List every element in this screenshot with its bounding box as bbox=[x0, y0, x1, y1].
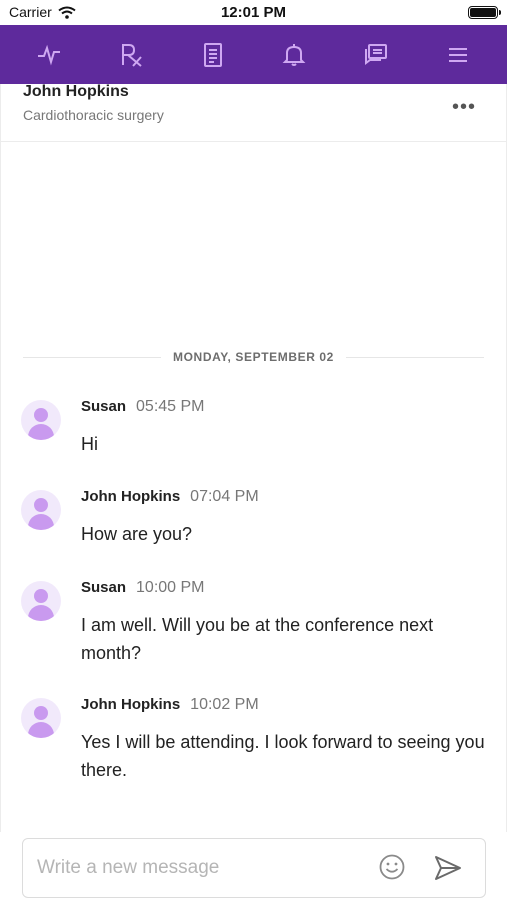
menu-icon[interactable] bbox=[437, 34, 479, 76]
bell-icon[interactable] bbox=[273, 34, 315, 76]
date-label: MONDAY, SEPTEMBER 02 bbox=[173, 350, 334, 364]
contact-specialty: Cardiothoracic surgery bbox=[23, 107, 164, 123]
message-text: I am well. Will you be at the conference… bbox=[81, 615, 434, 663]
clock: 12:01 PM bbox=[220, 4, 287, 21]
divider-line bbox=[23, 356, 162, 358]
message-time: 07:04 PM bbox=[190, 488, 259, 505]
message-time: 05:45 PM bbox=[136, 398, 205, 415]
message-text: Yes I will be attending. I look forward … bbox=[81, 732, 485, 780]
message-input[interactable] bbox=[37, 839, 367, 897]
emoji-icon[interactable] bbox=[378, 853, 406, 881]
send-icon[interactable] bbox=[433, 853, 463, 883]
message-text: Hi bbox=[81, 434, 98, 454]
avatar bbox=[21, 490, 61, 530]
top-nav-bar bbox=[0, 25, 507, 84]
document-icon[interactable] bbox=[192, 34, 234, 76]
message-text: How are you? bbox=[81, 524, 193, 544]
message-author: Susan bbox=[81, 398, 127, 415]
message-author: John Hopkins bbox=[81, 488, 181, 505]
message-meta: John Hopkins 07:04 PM bbox=[81, 488, 259, 506]
more-options-button[interactable]: ••• bbox=[452, 96, 476, 119]
message-time: 10:02 PM bbox=[190, 696, 259, 713]
message-list: MONDAY, SEPTEMBER 02 Susan 05:45 PM Hi J… bbox=[0, 142, 507, 832]
message-author: Susan bbox=[81, 579, 127, 596]
date-divider: MONDAY, SEPTEMBER 02 bbox=[23, 349, 484, 365]
messages-icon[interactable] bbox=[355, 34, 397, 76]
divider-line bbox=[345, 356, 484, 358]
avatar bbox=[21, 400, 61, 440]
prescription-icon[interactable] bbox=[110, 34, 152, 76]
avatar bbox=[21, 581, 61, 621]
contact-name: John Hopkins bbox=[23, 83, 129, 100]
message-author: John Hopkins bbox=[81, 696, 181, 713]
avatar bbox=[21, 698, 61, 738]
activity-icon[interactable] bbox=[28, 34, 70, 76]
battery-icon bbox=[468, 6, 501, 19]
message-time: 10:00 PM bbox=[136, 579, 205, 596]
message-composer bbox=[22, 838, 486, 898]
message-meta: Susan 10:00 PM bbox=[81, 579, 205, 597]
message-meta: John Hopkins 10:02 PM bbox=[81, 696, 259, 714]
message-meta: Susan 05:45 PM bbox=[81, 398, 205, 416]
status-bar: Carrier 12:01 PM bbox=[0, 0, 507, 25]
chat-header: John Hopkins Cardiothoracic surgery ••• bbox=[0, 83, 507, 142]
